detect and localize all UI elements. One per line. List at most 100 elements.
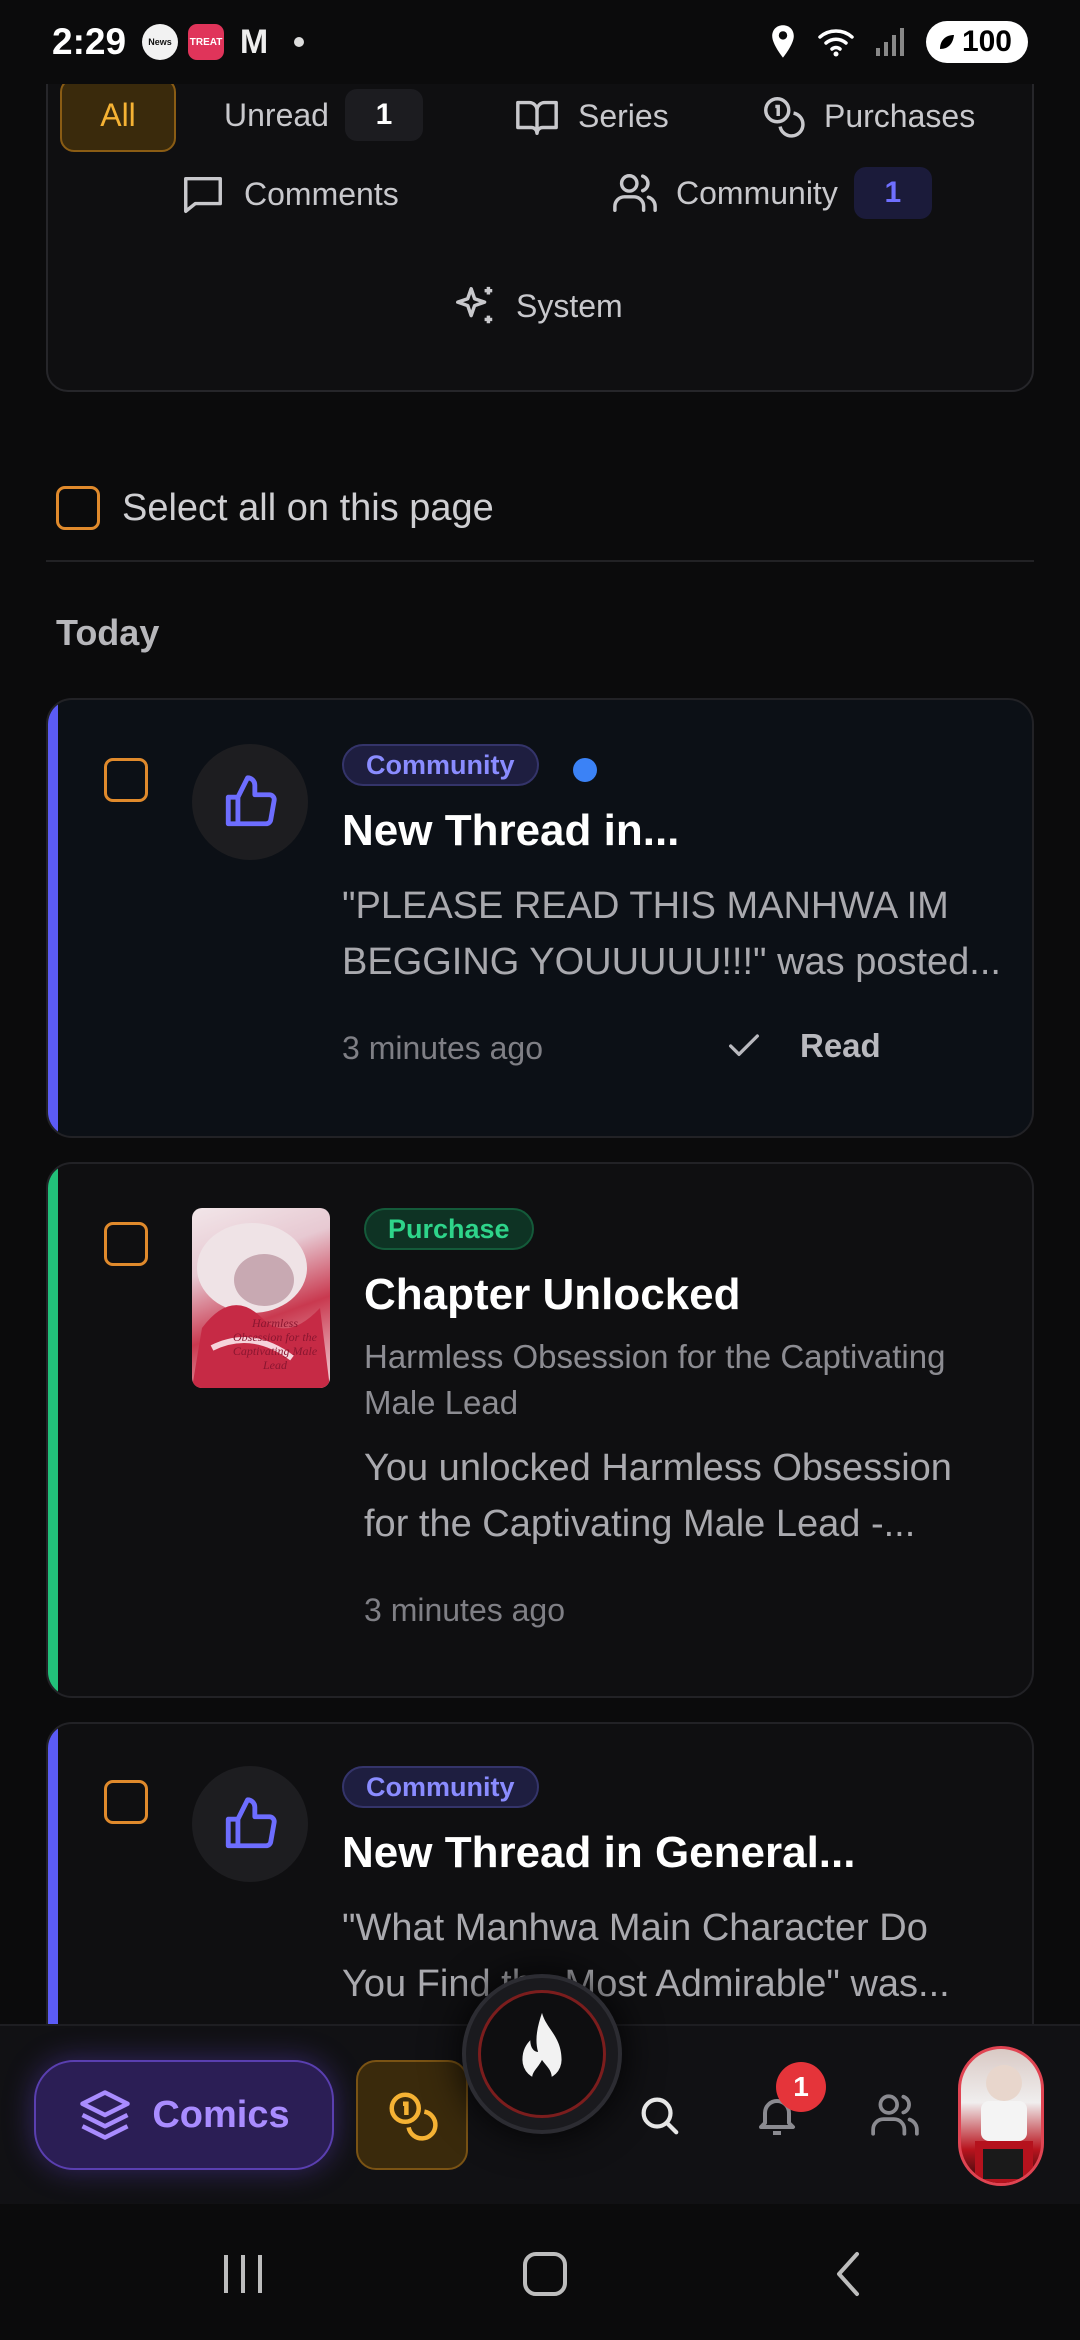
battery-indicator: 100 [925,21,1028,63]
battery-level: 100 [961,25,1012,58]
more-notifications-dot-icon [294,37,305,47]
notification-body: You unlocked Harmless Obsession for the … [364,1440,952,1552]
series-name-line: Male Lead [364,1384,519,1421]
notification-tag-row: Community [342,1766,539,1808]
notification-time: 3 minutes ago [364,1592,566,1628]
notification-title: New Thread in General... [342,1828,856,1877]
wifi-icon [818,29,854,57]
notification-body-line: BEGGING YOUUUUU!!!" was posted... [342,941,1001,983]
nav-community-button[interactable] [860,2080,930,2150]
divider [46,560,1034,562]
nav-home-fab[interactable] [462,1974,622,2134]
comment-icon [184,176,222,213]
flame-icon [522,2012,562,2088]
recent-apps-icon [224,2255,262,2293]
recent-apps-button[interactable] [208,2244,278,2304]
users-icon [871,2094,919,2136]
mark-read-label: Read [800,1027,881,1064]
filter-series[interactable]: Series [514,88,669,144]
notification-checkbox[interactable] [104,758,148,802]
notification-checkbox[interactable] [104,1780,148,1824]
nav-coins-button[interactable] [356,2060,468,2170]
filter-comments-label: Comments [244,175,399,212]
category-tag: Community [342,1766,539,1808]
thumbs-up-icon [225,1797,277,1849]
search-icon [641,2097,679,2135]
notification-body-line: You unlocked Harmless Obsession [364,1447,952,1489]
filter-comments[interactable]: Comments [180,166,399,222]
card-accent-bar [48,1164,58,1696]
notification-tag-row: Purchase [364,1208,534,1250]
notification-body: "PLEASE READ THIS MANHWA IM BEGGING YOUU… [342,878,1001,990]
select-all-row[interactable]: Select all on this page [56,486,494,530]
status-time: 2:29 [52,21,127,62]
location-icon [772,25,794,58]
users-icon [613,174,657,212]
notification-body-line: You Find the Most Admirable" was... [342,1963,950,2005]
filter-purchases[interactable]: Purchases [760,88,975,144]
check-icon [729,1034,759,1056]
filter-system[interactable]: System [452,278,623,334]
book-open-icon [516,100,558,135]
nav-comics-button[interactable]: Comics [34,2060,334,2170]
notification-body: "What Manhwa Main Character Do You Find … [342,1900,950,2012]
status-indicators: 100 [768,21,1028,63]
filter-panel: All Unread 1 Series Purchases Comments C… [46,40,1034,392]
notification-checkbox[interactable] [104,1222,148,1266]
gmail-notification-icon: M [239,22,269,61]
status-bar: 2:29 News TREAT M 100 [0,0,1080,84]
back-button[interactable] [814,2244,884,2304]
select-all-label: Select all on this page [122,486,494,529]
notification-type-icon [192,744,308,860]
home-icon [523,2252,567,2296]
signal-icon [875,28,904,56]
notification-body-line: "What Manhwa Main Character Do [342,1907,928,1949]
notification-type-icon [192,1766,308,1882]
news-notification-icon: News [142,24,179,60]
notification-title: Chapter Unlocked [364,1270,741,1319]
notification-tag-row: Community [342,744,597,786]
notification-count-badge: 1 [776,2062,826,2112]
mark-read-button[interactable]: Read [724,1026,881,1066]
notification-title: New Thread in... [342,806,680,855]
cover-title-text: Harmless Obsession for the Captivating M… [232,1316,318,1372]
notification-body-line: for the Captivating Male Lead -... [364,1503,916,1545]
filter-system-label: System [516,287,623,324]
filter-unread-label: Unread [224,96,329,133]
profile-avatar[interactable] [958,2046,1044,2186]
filter-unread[interactable]: Unread 1 [224,84,423,146]
series-name: Harmless Obsession for the Captivating M… [364,1334,945,1426]
filter-purchases-label: Purchases [824,97,976,134]
layers-icon [80,2090,131,2140]
filter-community-label: Community [676,174,838,211]
bottom-navigation: Comics 1 [0,1974,1080,2204]
sparkles-icon [456,286,493,324]
filter-all-chip[interactable]: All [60,78,176,152]
nav-comics-label: Comics [152,2093,290,2136]
card-accent-bar [48,700,58,1136]
series-name-line: Harmless Obsession for the Captivating [364,1338,946,1375]
back-icon [837,2252,859,2296]
coins-icon [764,97,805,138]
home-button[interactable] [510,2244,580,2304]
community-count-badge: 1 [853,167,932,219]
unread-dot-indicator [572,757,597,782]
filter-community[interactable]: Community 1 [612,160,932,226]
select-all-checkbox[interactable] [56,486,100,530]
flame-logo [478,1990,606,2118]
coins-icon [389,2092,438,2141]
section-header-today: Today [56,612,160,653]
notification-card[interactable]: Community New Thread in... "PLEASE READ … [46,698,1034,1138]
battery-saver-icon [939,35,954,49]
avatar-image [975,2065,1033,2183]
category-tag: Community [342,744,539,786]
notification-body-line: "PLEASE READ THIS MANHWA IM [342,885,949,927]
nav-search-button[interactable] [624,2080,694,2150]
series-cover-image: Harmless Obsession for the Captivating M… [192,1208,330,1388]
app-notification-icon: TREAT [188,24,225,60]
notification-time: 3 minutes ago [342,1030,544,1066]
thumbs-up-icon [225,775,277,827]
unread-count-badge: 1 [344,89,423,141]
notification-card[interactable]: Harmless Obsession for the Captivating M… [46,1162,1034,1698]
category-tag: Purchase [364,1208,534,1250]
